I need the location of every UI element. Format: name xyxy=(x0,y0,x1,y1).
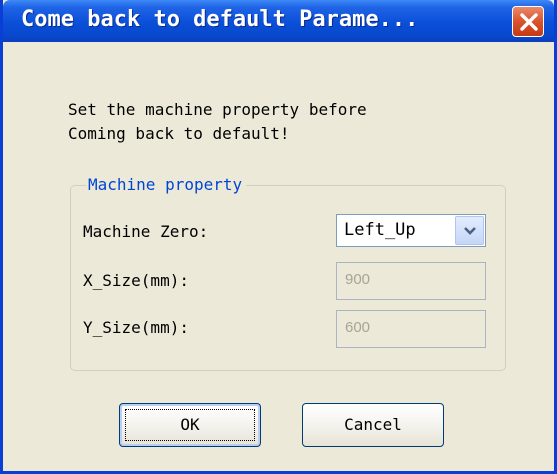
machine-zero-label: Machine Zero: xyxy=(83,222,209,241)
window-title: Come back to default Parame... xyxy=(21,7,419,32)
dialog-window: Come back to default Parame... Set the m… xyxy=(0,0,557,474)
cancel-button[interactable]: Cancel xyxy=(302,403,444,447)
x-size-field[interactable]: 900 xyxy=(336,262,486,300)
dropdown-button[interactable] xyxy=(455,216,484,245)
close-icon xyxy=(520,13,538,31)
focus-rectangle xyxy=(125,409,255,441)
chevron-down-icon xyxy=(464,227,476,235)
cancel-button-label: Cancel xyxy=(344,415,402,434)
title-bar[interactable]: Come back to default Parame... xyxy=(3,0,554,42)
x-size-label: X_Size(mm): xyxy=(83,271,189,290)
y-size-field[interactable]: 600 xyxy=(336,310,486,348)
close-button[interactable] xyxy=(512,6,544,37)
group-legend: Machine property xyxy=(86,175,247,194)
machine-zero-value: Left_Up xyxy=(344,220,416,240)
ok-button[interactable]: OK xyxy=(119,403,261,447)
instruction-message: Set the machine property before Coming b… xyxy=(68,98,367,146)
message-line-1: Set the machine property before xyxy=(68,100,367,119)
message-line-2: Coming back to default! xyxy=(68,124,290,143)
y-size-label: Y_Size(mm): xyxy=(83,318,189,337)
machine-zero-select[interactable]: Left_Up xyxy=(336,214,486,247)
